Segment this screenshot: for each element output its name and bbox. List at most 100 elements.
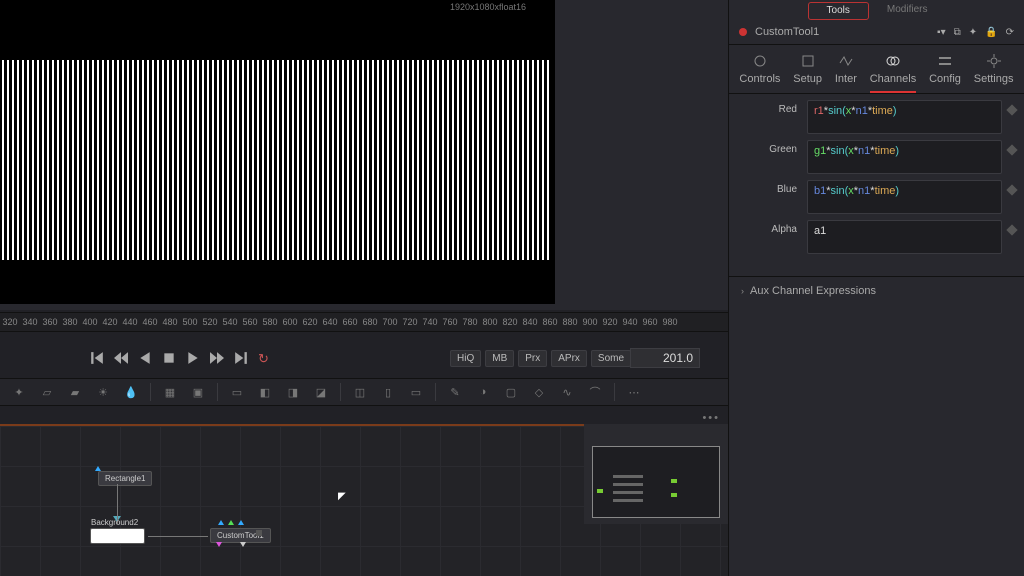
- green-expression-input[interactable]: g1*sin(x*n1*time): [807, 140, 1002, 174]
- tool-icon[interactable]: ◧: [256, 383, 274, 401]
- ruler-tick: 760: [440, 317, 460, 327]
- current-frame-field[interactable]: 201.0: [630, 348, 700, 368]
- node-output-icon: [216, 542, 222, 547]
- tab-settings[interactable]: Settings: [974, 53, 1014, 93]
- ruler-tick: 740: [420, 317, 440, 327]
- tool-icon[interactable]: ▱: [38, 383, 56, 401]
- ruler-tick: 580: [260, 317, 280, 327]
- ruler-tick: 920: [600, 317, 620, 327]
- aux-expressions-section[interactable]: › Aux Channel Expressions: [729, 276, 1024, 305]
- ruler-tick: 980: [660, 317, 680, 327]
- first-frame-button[interactable]: [90, 351, 104, 365]
- play-button[interactable]: [186, 351, 200, 365]
- tool-icon[interactable]: ⋯: [625, 383, 643, 401]
- tool-icon[interactable]: ◑: [474, 383, 492, 401]
- step-forward-button[interactable]: [210, 351, 224, 365]
- ruler-tick: 940: [620, 317, 640, 327]
- blue-label: Blue: [737, 180, 807, 195]
- tool-icon[interactable]: ▣: [189, 383, 207, 401]
- ruler-tick: 380: [60, 317, 80, 327]
- hiq-toggle[interactable]: HiQ: [450, 350, 481, 367]
- prx-toggle[interactable]: Prx: [518, 350, 547, 367]
- tool-icon[interactable]: 💧: [122, 383, 140, 401]
- new-window-icon[interactable]: ⧉: [954, 27, 961, 38]
- step-back-button[interactable]: [114, 351, 128, 365]
- mouse-cursor-icon: ◤: [338, 491, 346, 502]
- ruler-tick: 520: [200, 317, 220, 327]
- ruler-tick: 820: [500, 317, 520, 327]
- tab-tools[interactable]: Tools: [808, 2, 869, 20]
- preview-image: [2, 60, 550, 260]
- ruler-tick: 340: [20, 317, 40, 327]
- tool-icon[interactable]: ▯: [379, 383, 397, 401]
- tab-inter[interactable]: Inter: [835, 53, 857, 93]
- loop-button[interactable]: ↻: [258, 351, 272, 365]
- graph-minimap[interactable]: [584, 424, 728, 524]
- tool-icon[interactable]: ◇: [530, 383, 548, 401]
- tool-icon[interactable]: ☀: [94, 383, 112, 401]
- tool-icon[interactable]: ◪: [312, 383, 330, 401]
- last-frame-button[interactable]: [234, 351, 248, 365]
- node-input-icon: [228, 520, 234, 525]
- overflow-menu[interactable]: •••: [702, 412, 720, 424]
- mb-toggle[interactable]: MB: [485, 350, 514, 367]
- tool-icon[interactable]: ▦: [161, 383, 179, 401]
- ruler-tick: 500: [180, 317, 200, 327]
- reset-icon[interactable]: ⟳: [1006, 27, 1014, 38]
- red-label: Red: [737, 100, 807, 115]
- tool-icon[interactable]: ✎: [446, 383, 464, 401]
- tab-channels[interactable]: Channels: [870, 53, 916, 93]
- keyframe-icon[interactable]: [1006, 224, 1017, 235]
- ruler-tick: 840: [520, 317, 540, 327]
- blue-expression-input[interactable]: b1*sin(x*n1*time): [807, 180, 1002, 214]
- tab-controls[interactable]: Controls: [739, 53, 780, 93]
- tool-icon[interactable]: ▭: [228, 383, 246, 401]
- view-mode-icon[interactable]: ▪▾: [937, 27, 946, 38]
- red-expression-input[interactable]: r1*sin(x*n1*time): [807, 100, 1002, 134]
- ruler-tick: 400: [80, 317, 100, 327]
- ruler-tick: 860: [540, 317, 560, 327]
- minimap-node: [671, 479, 677, 483]
- connection: [148, 536, 208, 537]
- minimap-node: [671, 493, 677, 497]
- alpha-expression-input[interactable]: a1: [807, 220, 1002, 254]
- keyframe-icon[interactable]: [1006, 144, 1017, 155]
- node-output-icon: [240, 542, 246, 547]
- minimap-node: [613, 491, 643, 494]
- tool-icon[interactable]: ⌒: [586, 383, 604, 401]
- ruler-tick: 780: [460, 317, 480, 327]
- tool-icon[interactable]: ▰: [66, 383, 84, 401]
- tab-setup[interactable]: Setup: [793, 53, 822, 93]
- node-input-icon: [95, 466, 101, 471]
- pin-icon[interactable]: ✦: [969, 27, 977, 38]
- ruler-tick: 960: [640, 317, 660, 327]
- ruler-tick: 480: [160, 317, 180, 327]
- minimap-node: [613, 499, 643, 502]
- keyframe-icon[interactable]: [1006, 104, 1017, 115]
- some-toggle[interactable]: Some: [591, 350, 631, 367]
- tool-icon[interactable]: ◫: [351, 383, 369, 401]
- tool-icon[interactable]: ◨: [284, 383, 302, 401]
- viewer[interactable]: 1920x1080xfloat16: [0, 0, 728, 310]
- time-ruler[interactable]: 3203403603804004204404604805005205405605…: [0, 312, 728, 332]
- node-input-icon: [238, 520, 244, 525]
- play-reverse-button[interactable]: [138, 351, 152, 365]
- ruler-tick: 700: [380, 317, 400, 327]
- node-rectangle[interactable]: Rectangle1: [98, 471, 152, 486]
- tab-modifiers[interactable]: Modifiers: [869, 2, 946, 20]
- ruler-tick: 360: [40, 317, 60, 327]
- tool-icon[interactable]: ∿: [558, 383, 576, 401]
- ruler-tick: 620: [300, 317, 320, 327]
- flow-toolbar: ✦ ▱ ▰ ☀ 💧 ▦ ▣ ▭ ◧ ◨ ◪ ◫ ▯ ▭ ✎ ◑ ▢ ◇ ∿ ⌒ …: [0, 378, 728, 406]
- node-background[interactable]: Background2: [90, 528, 145, 544]
- tab-config[interactable]: Config: [929, 53, 961, 93]
- lock-icon[interactable]: 🔒: [985, 27, 997, 38]
- aux-section-label: Aux Channel Expressions: [750, 285, 876, 297]
- tool-icon[interactable]: ▢: [502, 383, 520, 401]
- tool-icon[interactable]: ▭: [407, 383, 425, 401]
- ruler-tick: 800: [480, 317, 500, 327]
- aprx-toggle[interactable]: APrx: [551, 350, 587, 367]
- keyframe-icon[interactable]: [1006, 184, 1017, 195]
- stop-button[interactable]: [162, 351, 176, 365]
- tool-icon[interactable]: ✦: [10, 383, 28, 401]
